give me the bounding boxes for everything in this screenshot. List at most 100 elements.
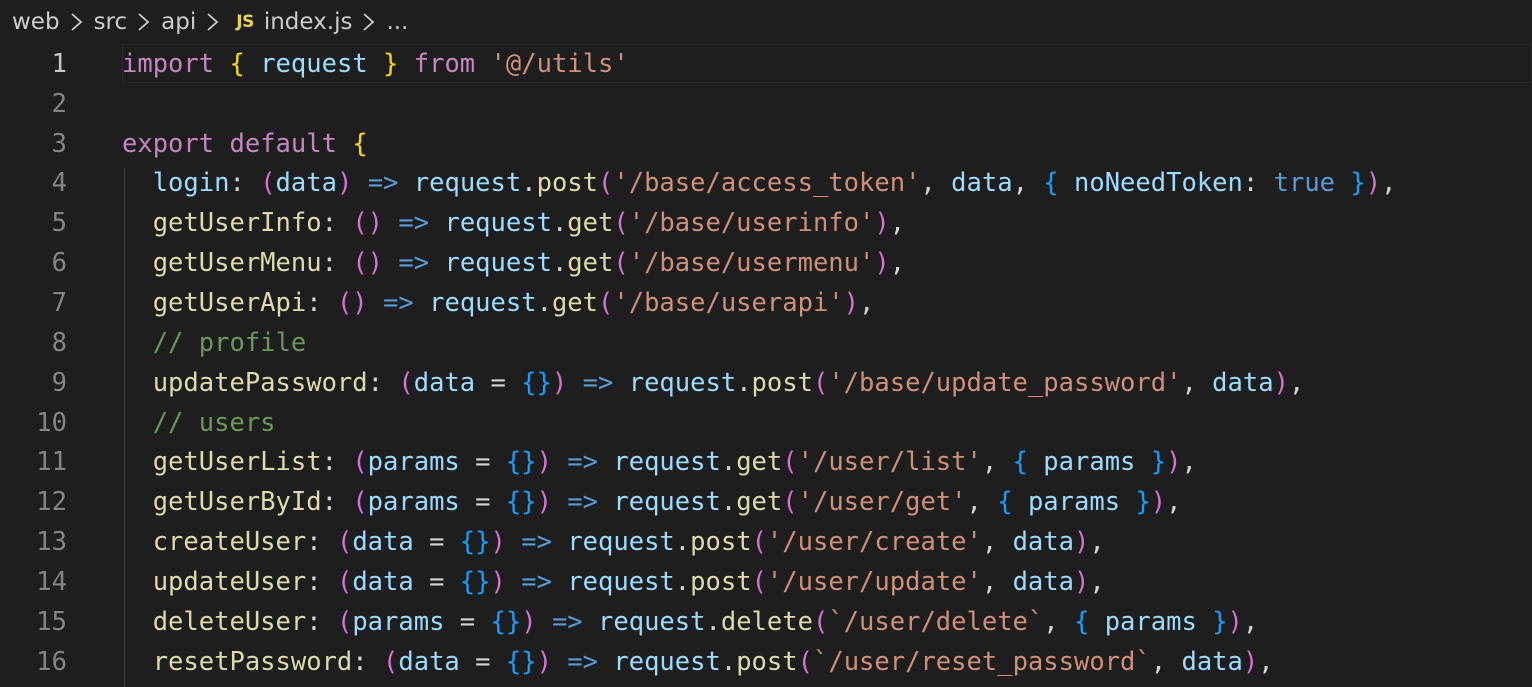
code-line[interactable]: 14 updateUser: (data = {}) => request. po… bbox=[0, 562, 1532, 602]
code-token: data bbox=[352, 527, 414, 558]
code-text: getUserInfo: () => request. get('/base/us… bbox=[122, 203, 905, 243]
code-token: request bbox=[260, 48, 368, 79]
code-token: post bbox=[690, 527, 752, 558]
code-token: } bbox=[1212, 606, 1228, 637]
code-token: , bbox=[889, 248, 906, 279]
code-token: , bbox=[981, 566, 1013, 597]
code-line[interactable]: 16 resetPassword: (data = {}) => request… bbox=[0, 642, 1532, 682]
code-token: () bbox=[352, 248, 384, 279]
code-line[interactable]: 4 login: (data) => request. post('/base/a… bbox=[0, 164, 1532, 204]
code-line[interactable]: 1 import { request } from '@/utils' bbox=[0, 44, 1532, 84]
code-token: . bbox=[720, 447, 737, 478]
line-number: 8 bbox=[51, 327, 67, 358]
code-token: . bbox=[551, 208, 568, 239]
code-line[interactable]: 11 getUserList: (params = {}) => request… bbox=[0, 442, 1532, 482]
code-token: : bbox=[306, 566, 337, 597]
code-token: get bbox=[736, 447, 783, 478]
code-line[interactable]: 2 bbox=[0, 84, 1532, 124]
code-token: {} bbox=[521, 367, 552, 398]
code-token: true bbox=[1273, 168, 1336, 199]
code-token: createUser bbox=[122, 527, 307, 558]
code-token: ( bbox=[751, 566, 767, 597]
code-token: , bbox=[1150, 646, 1182, 677]
breadcrumb-item-src[interactable]: src bbox=[94, 9, 128, 35]
code-line[interactable]: 8 // profile bbox=[0, 323, 1532, 363]
code-token: // profile bbox=[122, 327, 307, 358]
code-line[interactable]: 15 deleteUser: (params = {}) => request.… bbox=[0, 602, 1532, 642]
code-token: . bbox=[705, 606, 721, 637]
code-token: , bbox=[981, 527, 1013, 558]
code-token: => bbox=[521, 566, 552, 597]
code-token: ( bbox=[812, 606, 829, 637]
code-token: ( bbox=[797, 646, 813, 677]
javascript-file-icon: JS bbox=[236, 12, 254, 32]
code-token: ( bbox=[613, 248, 629, 279]
code-text: getUserMenu: () => request. get('/base/us… bbox=[122, 243, 905, 283]
line-number: 4 bbox=[51, 168, 67, 199]
code-line[interactable]: 6 getUserMenu: () => request. get('/base/… bbox=[0, 243, 1532, 283]
code-token: ( bbox=[598, 168, 614, 199]
code-token: data bbox=[1012, 566, 1074, 597]
code-line[interactable]: 9 updatePassword: (data = {}) => request… bbox=[0, 363, 1532, 403]
code-token: ) bbox=[1166, 447, 1182, 478]
code-token: = bbox=[459, 487, 506, 518]
code-text: // users bbox=[122, 403, 276, 443]
code-token: => bbox=[551, 606, 583, 637]
code-line[interactable]: 5 getUserInfo: () => request. get('/base/… bbox=[0, 203, 1532, 243]
code-token: = bbox=[413, 566, 460, 597]
code-line[interactable]: 10 // users bbox=[0, 403, 1532, 443]
code-token: , bbox=[920, 168, 952, 199]
code-editor[interactable]: 1 import { request } from '@/utils' 2 3 expo… bbox=[0, 44, 1532, 687]
code-token: , bbox=[966, 487, 998, 518]
code-token: updateUser bbox=[122, 566, 307, 597]
code-token: { bbox=[1012, 447, 1028, 478]
line-number: 12 bbox=[36, 487, 67, 518]
line-number: 9 bbox=[51, 367, 67, 398]
breadcrumb-more[interactable]: ... bbox=[386, 9, 408, 35]
code-token: ( bbox=[812, 367, 829, 398]
breadcrumb-item-file[interactable]: index.js bbox=[264, 9, 353, 35]
code-token: data bbox=[275, 168, 337, 199]
code-token: getUserInfo bbox=[122, 208, 322, 239]
code-token: : bbox=[321, 447, 353, 478]
code-token: updatePassword bbox=[122, 367, 368, 398]
breadcrumb-item-api[interactable]: api bbox=[161, 9, 196, 35]
code-token: = bbox=[413, 527, 460, 558]
line-number: 14 bbox=[36, 566, 67, 597]
code-token: ) bbox=[1074, 527, 1090, 558]
code-token: ) bbox=[1242, 646, 1259, 677]
code-line[interactable]: 7 getUserApi: () => request. get('/base/u… bbox=[0, 283, 1532, 323]
code-token: : bbox=[229, 168, 261, 199]
code-token: ) bbox=[843, 287, 860, 318]
code-token: , bbox=[1043, 606, 1074, 637]
code-token: : bbox=[306, 606, 337, 637]
line-number: 3 bbox=[51, 128, 67, 159]
code-token: request bbox=[429, 287, 537, 318]
code-token: , bbox=[1258, 646, 1274, 677]
code-token: ) bbox=[536, 646, 552, 677]
code-token: : bbox=[321, 208, 353, 239]
code-text: // profile bbox=[122, 323, 307, 363]
breadcrumb-item-web[interactable]: web bbox=[12, 9, 60, 35]
code-token: , bbox=[1288, 367, 1305, 398]
code-line[interactable]: 12 getUserById: (params = {}) => request… bbox=[0, 482, 1532, 522]
line-number: 1 bbox=[51, 48, 67, 79]
code-token: data bbox=[398, 646, 460, 677]
code-text: getUserList: (params = {}) => request. ge… bbox=[122, 442, 1197, 482]
code-line[interactable]: 13 createUser: (data = {}) => request. po… bbox=[0, 522, 1532, 562]
code-token: , bbox=[1166, 487, 1182, 518]
code-line[interactable]: 3 export default { bbox=[0, 124, 1532, 164]
code-token: delete bbox=[720, 606, 813, 637]
